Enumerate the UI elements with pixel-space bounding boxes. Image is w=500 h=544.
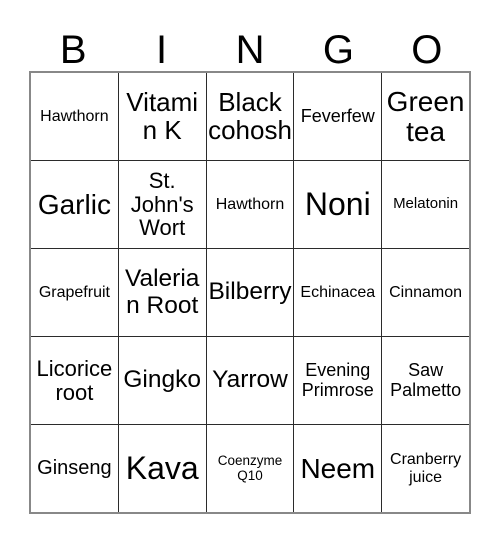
bingo-cell-label: Garlic xyxy=(37,188,111,220)
bingo-cell-label: Evening Primrose xyxy=(301,360,374,400)
bingo-cell[interactable]: Bilberry xyxy=(205,249,294,336)
bingo-cell-label: Gingko xyxy=(123,366,202,394)
header-letter-o: O xyxy=(411,28,443,72)
bingo-cell[interactable]: Kava xyxy=(117,425,206,512)
bingo-cell[interactable]: Neem xyxy=(293,425,382,512)
bingo-cell-label: Green tea xyxy=(386,85,465,147)
bingo-cell-label: Coenzyme Q10 xyxy=(217,453,283,483)
bingo-row: Ginseng Kava Coenzyme Q10 Neem Cranberry… xyxy=(31,424,469,512)
bingo-cell[interactable]: Vitamin K xyxy=(117,73,206,160)
bingo-row: Hawthorn Vitamin K Black cohosh Feverfew… xyxy=(31,73,469,160)
bingo-cell-label: Noni xyxy=(304,186,371,223)
bingo-row: Licorice root Gingko Yarrow Evening Prim… xyxy=(31,336,469,424)
bingo-cell[interactable]: Coenzyme Q10 xyxy=(205,425,294,512)
bingo-header: B I N G O xyxy=(29,18,471,71)
bingo-cell-label: Grapefruit xyxy=(38,283,110,301)
bingo-cell-label: Vitamin K xyxy=(126,86,199,145)
bingo-row: Grapefruit Valerian Root Bilberry Echina… xyxy=(31,248,469,336)
bingo-cell-label: Black cohosh xyxy=(208,86,292,145)
bingo-cell[interactable]: St. John's Wort xyxy=(117,161,206,248)
bingo-cell-label: Echinacea xyxy=(300,283,376,301)
bingo-cell[interactable]: Grapefruit xyxy=(31,249,118,336)
bingo-cell[interactable]: Noni xyxy=(293,161,382,248)
bingo-cell[interactable]: Black cohosh xyxy=(205,73,294,160)
bingo-cell-label: Yarrow xyxy=(212,366,288,394)
header-letter-n: N xyxy=(235,28,265,72)
bingo-cell-label: Saw Palmetto xyxy=(390,360,462,400)
header-letter-g: G xyxy=(322,28,354,72)
bingo-cell-label: Hawthorn xyxy=(40,107,109,125)
header-letter-b: B xyxy=(59,28,87,72)
bingo-cell-label: Neem xyxy=(300,452,376,484)
header-letter-i: I xyxy=(156,28,168,72)
bingo-cell-label: St. John's Wort xyxy=(130,168,194,241)
bingo-cell-label: Melatonin xyxy=(393,195,459,213)
bingo-cell-label: Feverfew xyxy=(300,105,375,126)
bingo-cell[interactable]: Garlic xyxy=(31,161,118,248)
bingo-cell[interactable]: Valerian Root xyxy=(117,249,206,336)
bingo-grid: Hawthorn Vitamin K Black cohosh Feverfew… xyxy=(29,71,471,514)
bingo-cell[interactable]: Hawthorn xyxy=(205,161,294,248)
bingo-cell[interactable]: Cinnamon xyxy=(381,249,469,336)
bingo-cell[interactable]: Feverfew xyxy=(293,73,382,160)
bingo-cell[interactable]: Ginseng xyxy=(31,425,118,512)
bingo-cell[interactable]: Gingko xyxy=(117,337,206,424)
bingo-cell[interactable]: Saw Palmetto xyxy=(381,337,469,424)
bingo-cell[interactable]: Hawthorn xyxy=(31,73,118,160)
bingo-cell-label: Licorice root xyxy=(36,355,113,405)
bingo-cell[interactable]: Green tea xyxy=(381,73,469,160)
bingo-cell-label: Bilberry xyxy=(208,278,292,306)
bingo-cell[interactable]: Echinacea xyxy=(293,249,382,336)
bingo-cell[interactable]: Melatonin xyxy=(381,161,469,248)
bingo-row: Garlic St. John's Wort Hawthorn Noni Mel… xyxy=(31,160,469,248)
bingo-cell-label: Hawthorn xyxy=(215,195,285,213)
bingo-cell-label: Kava xyxy=(125,450,199,487)
bingo-cell-label: Ginseng xyxy=(37,456,112,479)
bingo-cell[interactable]: Evening Primrose xyxy=(293,337,382,424)
bingo-cell-label: Cinnamon xyxy=(389,283,463,301)
bingo-cell-label: Valerian Root xyxy=(124,265,200,319)
bingo-cell-label: Cranberry juice xyxy=(390,451,462,486)
bingo-cell[interactable]: Cranberry juice xyxy=(381,425,469,512)
bingo-card: B I N G O Hawthorn Vitamin K Black cohos… xyxy=(0,0,500,544)
bingo-cell[interactable]: Yarrow xyxy=(205,337,294,424)
bingo-cell[interactable]: Licorice root xyxy=(31,337,118,424)
